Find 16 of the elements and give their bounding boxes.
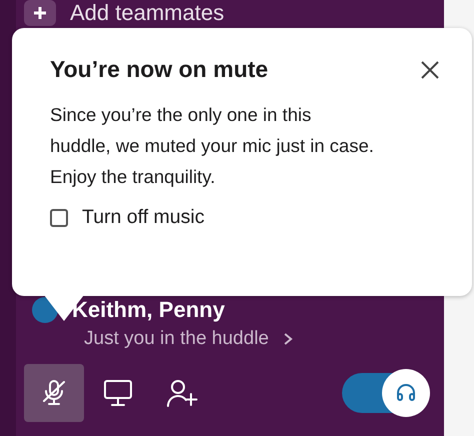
add-button[interactable] xyxy=(24,0,56,26)
monitor-icon xyxy=(103,379,133,407)
checkbox[interactable] xyxy=(50,208,68,226)
popover-message: Since you’re the only one in this huddle, we muted your mic just in case. Enjoy the tranquility. xyxy=(50,103,375,189)
checkbox-label[interactable]: Turn off music xyxy=(82,206,204,229)
chevron-right-icon[interactable] xyxy=(282,332,293,346)
add-teammates-label[interactable]: Add teammates xyxy=(70,0,224,26)
huddle-status[interactable]: Just you in the huddle xyxy=(84,328,269,350)
add-person-icon xyxy=(166,378,198,408)
huddle-title: Keithm, Penny xyxy=(72,297,225,323)
mute-button[interactable] xyxy=(24,364,84,422)
muted-microphone-icon xyxy=(41,379,67,407)
music-toggle[interactable] xyxy=(342,369,430,417)
plus-icon xyxy=(33,6,47,20)
headphones-icon xyxy=(396,384,416,402)
popover-title: You’re now on mute xyxy=(50,56,268,83)
